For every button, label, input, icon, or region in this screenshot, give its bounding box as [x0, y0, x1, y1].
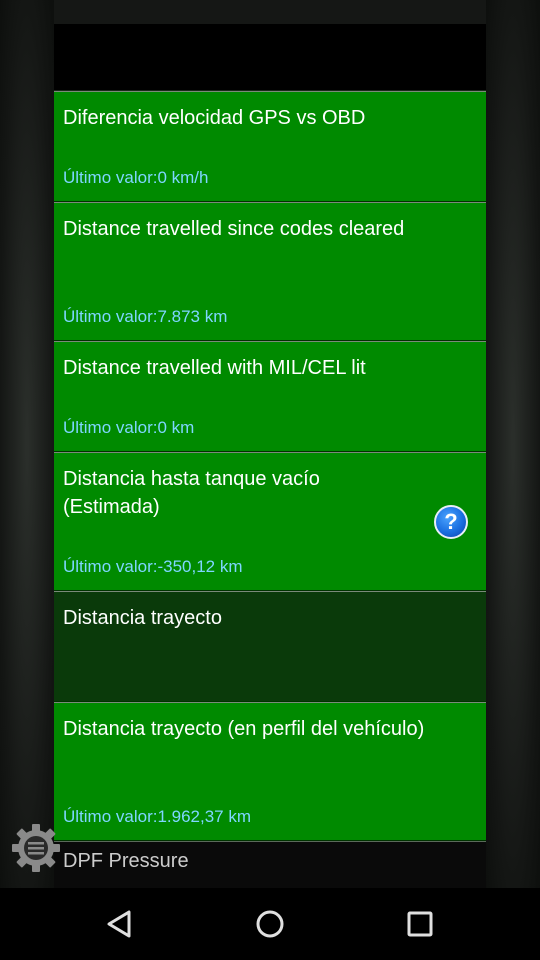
item-title: Diferencia velocidad GPS vs OBD: [63, 107, 366, 129]
gear-menu-icon[interactable]: [8, 820, 64, 876]
item-last-value: Último valor:0 km/h: [63, 168, 209, 187]
list-item[interactable]: Distancia trayecto: [54, 591, 486, 702]
list-item[interactable]: Distancia hasta tanque vacío (Estimada) …: [54, 452, 486, 591]
item-title: Distance travelled with MIL/CEL lit: [63, 357, 366, 379]
triangle-back-icon[interactable]: [99, 902, 143, 946]
list-item[interactable]: Diferencia velocidad GPS vs OBD Último v…: [54, 91, 486, 202]
dialog-header: [54, 24, 486, 91]
item-last-value: Último valor:7.873 km: [63, 307, 228, 326]
item-last-value: Último valor:0 km: [63, 418, 195, 437]
list-item[interactable]: Distancia trayecto (en perfil del vehícu…: [54, 702, 486, 841]
square-recents-icon[interactable]: [398, 902, 442, 946]
item-title-partial: DPF Pressure: [63, 850, 189, 872]
circle-home-icon[interactable]: [248, 902, 292, 946]
pid-selection-dialog: Diferencia velocidad GPS vs OBD Último v…: [54, 24, 486, 888]
list-item[interactable]: Distance travelled since codes cleared Ú…: [54, 202, 486, 341]
background-left: [0, 0, 54, 888]
question-circle-icon[interactable]: ?: [434, 505, 468, 539]
item-title: Distancia trayecto (en perfil del vehícu…: [63, 718, 425, 740]
background-right: [486, 0, 540, 888]
system-navigation-bar: [0, 888, 540, 960]
list-item[interactable]: Distance travelled with MIL/CEL lit Últi…: [54, 341, 486, 452]
item-title: Distancia hasta tanque vacío (Estimada): [63, 468, 320, 518]
item-last-value: Último valor:-350,12 km: [63, 557, 243, 576]
background-top: [54, 0, 486, 24]
item-title: Distance travelled since codes cleared: [63, 218, 405, 240]
item-title: Distancia trayecto: [63, 607, 222, 629]
item-last-value: Último valor:1.962,37 km: [63, 807, 252, 826]
